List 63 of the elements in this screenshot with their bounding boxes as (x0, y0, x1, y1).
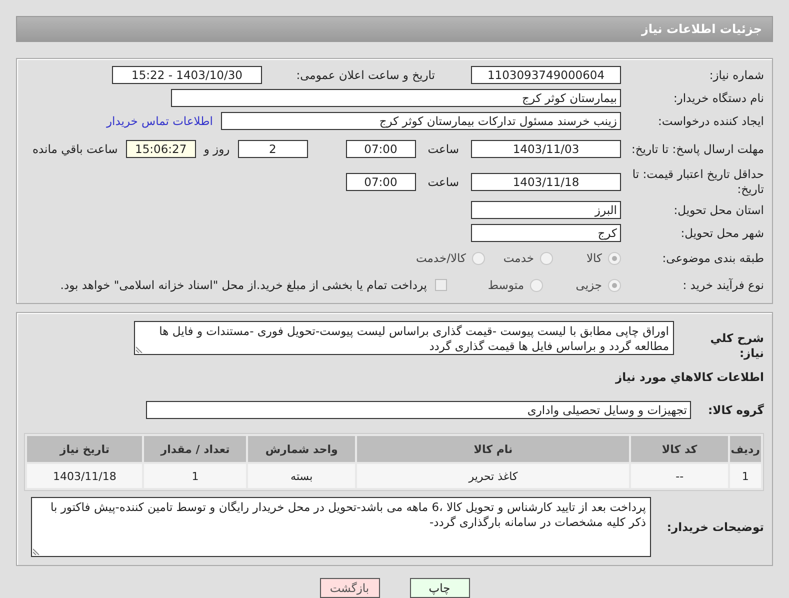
radio-button[interactable] (540, 252, 553, 264)
province-field: البرز (471, 201, 621, 219)
days-label: روز و (204, 142, 230, 156)
page-header: جزئیات اطلاعات نیاز (16, 16, 773, 42)
table-cell: 1403/11/18 (27, 464, 142, 488)
description-textarea[interactable]: اوراق چاپی مطابق با لیست پیوست -قیمت گذاری براساس لیست پیوست-تحویل فوری -مستندات و فایل ها مطالعه گردد و براساس فایل ها قیمت گذاری گردد (134, 321, 674, 355)
field-label: نام دستگاه خریدار: (672, 90, 764, 106)
field-label: ایجاد کننده درخواست: (657, 114, 764, 128)
resize-grip-icon[interactable] (136, 345, 144, 353)
buyer-contact-link[interactable]: اطلاعات تماس خریدار (106, 114, 213, 128)
section-title: اطلاعات کالاهاي مورد نياز (614, 370, 764, 384)
validity-date-field: 1403/11/18 (471, 173, 621, 191)
field-label: گروه کالا: (707, 402, 764, 418)
column-header: کد کالا (631, 436, 728, 462)
radio-button[interactable] (608, 278, 621, 292)
table-cell: کاغذ تحریر (357, 464, 630, 488)
column-header: تاریخ نیاز (27, 436, 142, 462)
resize-grip-icon[interactable] (33, 547, 41, 555)
field-label: حداقل تاریخ اعتبار قیمت: تا تاریخ: (631, 167, 764, 197)
radio-label: کالا (586, 251, 602, 265)
deadline-date-field: 1403/11/03 (471, 140, 621, 158)
radio-button[interactable] (530, 278, 543, 292)
treasury-checkbox[interactable] (435, 279, 447, 291)
radio-label: متوسط (488, 278, 524, 292)
print-button[interactable]: چاپ (410, 578, 470, 598)
goods-group-field: تجهیزات و وسایل تحصیلی واداری (146, 401, 691, 419)
field-label: نوع فرآیند خرید : (682, 278, 764, 292)
remaining-time-field: 15:06:27 (126, 140, 196, 158)
field-label: تاریخ و ساعت اعلان عمومی: (295, 68, 435, 82)
column-header: ردیف (730, 436, 761, 462)
remaining-label: ساعت باقي مانده (32, 142, 118, 156)
treasury-note: پرداخت تمام یا بخشی از مبلغ خرید.از محل "اسناد خزانه اسلامی" خواهد بود. (60, 278, 427, 292)
table-cell: 1 (730, 464, 761, 488)
field-label: شرح کلي نياز: (709, 330, 764, 361)
table-cell: بسته (248, 464, 356, 488)
time-label: ساعت (426, 142, 460, 156)
validity-time-field: 07:00 (346, 173, 416, 191)
field-label: مهلت ارسال پاسخ: تا تاریخ: (630, 142, 764, 156)
back-button[interactable]: بازگشت (320, 578, 380, 598)
column-header: تعداد / مقدار (144, 436, 246, 462)
deadline-time-field: 07:00 (346, 140, 416, 158)
radio-label: کالا/خدمت (416, 251, 466, 265)
column-header: نام کالا (357, 436, 630, 462)
field-label: شهر محل تحویل: (680, 226, 764, 240)
field-label: استان محل تحویل: (672, 202, 764, 218)
field-label: طبقه بندی موضوعی: (661, 250, 764, 266)
table-cell: 1 (144, 464, 246, 488)
radio-label: جزیی (576, 278, 602, 292)
column-header: واحد شمارش (248, 436, 356, 462)
creator-field: زینب خرسند مسئول تدارکات بیمارستان کوثر کرج (221, 112, 621, 130)
field-label: توضیحات خریدار: (666, 520, 764, 534)
radio-label: خدمت (503, 251, 534, 265)
radio-button[interactable] (608, 252, 621, 264)
need-number-field: 1103093749000604 (471, 66, 621, 84)
announce-date-field: 1403/10/30 - 15:22 (112, 66, 262, 84)
buyer-org-field: بیمارستان کوثر کرج (171, 89, 621, 107)
time-label: ساعت (426, 175, 460, 189)
buyer-notes-textarea[interactable]: پرداخت بعد از تایید کارشناس و تحویل کالا ،6 ماهه می باشد-تحویل در محل خریدار رایگان و توسط تامین کننده-پیش فاکتور با ذکر کلیه مشخصات در سامانه بارگذاری گردد- (31, 497, 651, 557)
city-field: کرج (471, 224, 621, 242)
field-label: شماره نیاز: (708, 68, 764, 82)
table-cell: -- (631, 464, 728, 488)
radio-button[interactable] (472, 252, 485, 264)
days-field: 2 (238, 140, 308, 158)
